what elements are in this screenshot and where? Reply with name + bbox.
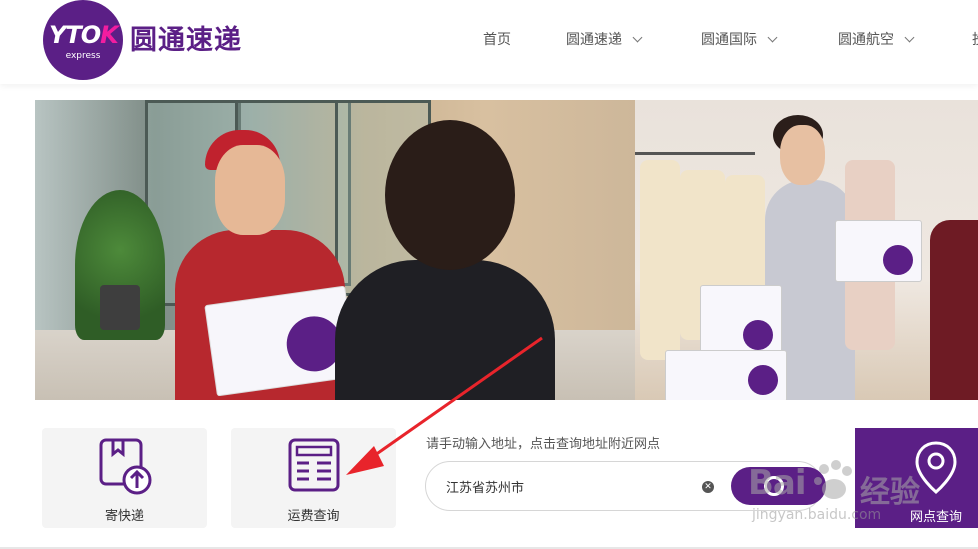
parcel-box [700,285,782,357]
nav-item-more[interactable]: 投 [972,29,978,49]
customer-figure [335,260,555,400]
nav-item-yto-airlines[interactable]: 圆通航空 [838,29,915,49]
logo-subtitle: express [65,51,101,61]
courier-face [215,145,285,235]
customer-hair [385,120,515,270]
clothes-rack [635,152,755,155]
chevron-down-icon [632,32,643,43]
nav-item-yto-express[interactable]: 圆通速递 [566,29,643,49]
brand-logo[interactable]: YTOK express [43,0,123,80]
branch-search-box: ✕ [425,461,826,511]
parcel-logo [883,245,913,275]
banner-photo-store [635,100,978,400]
chevron-down-icon [904,32,915,43]
plant-pot [100,285,140,330]
parcel-logo [743,320,773,350]
parcel-logo [748,365,778,395]
site-header: YTOK express 圆通速递 首页 圆通速递 圆通国际 圆通航空 投 [0,0,978,84]
clerk-face [780,125,825,185]
hero-banner[interactable] [35,100,978,400]
search-button[interactable] [731,467,826,505]
parcel-box [665,350,787,400]
package-upload-icon [99,438,151,495]
banner-photo-courier [35,100,635,400]
location-pin-icon [915,441,957,494]
chevron-down-icon [767,32,778,43]
calculator-icon [288,438,339,492]
clear-icon[interactable]: ✕ [702,481,714,493]
send-express-label: 寄快递 [104,509,144,524]
branch-query-label: 网点查询 [910,510,963,525]
shipping-fee-label: 运费查询 [287,509,340,524]
logo-mark: YTOK [49,21,119,49]
customer-figure [930,220,978,400]
parcel-box [835,220,922,282]
send-express-card[interactable]: 寄快递 [42,428,207,528]
search-icon [764,476,784,496]
brand-name[interactable]: 圆通速递 [130,18,242,57]
nav-item-yto-international[interactable]: 圆通国际 [701,29,778,49]
branch-search-hint: 请手动输入地址，点击查询地址附近网点 [426,437,661,452]
shipping-fee-card[interactable]: 运费查询 [231,428,396,528]
nav-item-home[interactable]: 首页 [483,29,511,49]
address-input[interactable] [446,476,696,496]
branch-query-card[interactable]: 网点查询 [855,428,978,528]
coat [640,160,680,360]
